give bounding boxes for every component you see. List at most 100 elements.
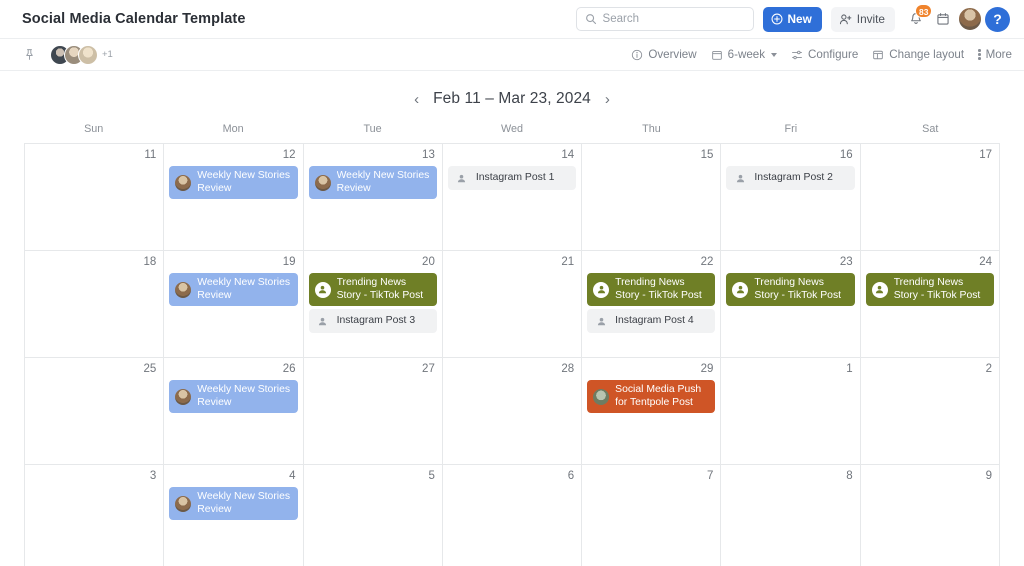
overview-label: Overview [648, 48, 697, 61]
calendar-day-cell[interactable]: 22 Trending News Story - TikTok Post Insta… [582, 251, 722, 358]
avatar-icon [175, 495, 192, 512]
sliders-icon [792, 50, 802, 59]
calendar-day-cell[interactable]: 2 [860, 358, 1000, 465]
calendar-event[interactable]: Trending News Story - TikTok Post [726, 273, 855, 306]
calendar-day-cell[interactable]: 16 Instagram Post 2 [721, 144, 861, 251]
day-events: Trending News Story - TikTok Post [865, 273, 994, 306]
calendar-day-cell[interactable]: 29 Social Media Push for Tentpole Post [582, 358, 722, 465]
notifications-button[interactable]: 83 [904, 4, 933, 31]
pin-button[interactable] [18, 44, 40, 66]
calendar-event[interactable]: Instagram Post 1 [447, 166, 577, 190]
day-number: 6 [567, 470, 575, 482]
help-button[interactable]: ? [985, 6, 1010, 32]
weekday-header-fri: Fri [784, 123, 798, 135]
day-number: 7 [707, 470, 714, 482]
calendar-event[interactable]: Weekly New Stories Review [169, 273, 298, 306]
calendar-event-title: Instagram Post 3 [336, 314, 416, 326]
calendar-day-cell[interactable]: 12 Weekly New Stories Review [164, 144, 304, 251]
avatar-icon [314, 174, 331, 191]
view-controls: Overview 6-week Configure Change layout … [631, 48, 1012, 61]
person-icon [454, 170, 470, 186]
calendar-event[interactable]: Weekly New Stories Review [169, 166, 298, 199]
calendar-event-title: Trending News Story - TikTok Post [754, 277, 842, 301]
calendar-event[interactable]: Instagram Post 2 [726, 166, 855, 190]
calendar-day-cell[interactable]: 15 [582, 144, 722, 251]
day-events: Instagram Post 2 [726, 166, 855, 190]
calendar-day-cell[interactable]: 17 [860, 144, 1000, 251]
calendar-day-cell[interactable]: 25 [25, 358, 165, 465]
calendar-day-cell[interactable]: 4 Weekly New Stories Review [164, 465, 304, 566]
search-placeholder: Search [602, 13, 639, 25]
search-input[interactable]: Search [575, 7, 754, 31]
weekday-header-sat: Sat [922, 123, 939, 135]
day-number: 1 [846, 363, 853, 375]
calendar-event[interactable]: Weekly New Stories Review [169, 487, 298, 520]
calendar-day-cell[interactable]: 21 [442, 251, 583, 358]
calendar-event[interactable]: Instagram Post 3 [308, 309, 437, 333]
calendar-day-cell[interactable]: 7 [582, 465, 722, 566]
calendar-icon [711, 50, 722, 60]
calendar-event[interactable]: Trending News Story - TikTok Post [865, 273, 994, 306]
calendar-event[interactable]: Trending News Story - TikTok Post [587, 273, 716, 306]
calendar-event-title: Trending News Story - TikTok Post [893, 277, 981, 301]
day-number: 15 [700, 149, 714, 161]
day-number: 21 [561, 256, 575, 268]
day-events: Trending News Story - TikTok Post Instagr… [587, 273, 716, 333]
change-layout-label: Change layout [889, 48, 965, 61]
day-events: Weekly New Stories Review [169, 380, 298, 413]
calendar-day-cell[interactable]: 26 Weekly New Stories Review [164, 358, 304, 465]
avatar-icon [175, 174, 192, 191]
day-number: 3 [149, 470, 157, 482]
day-number: 5 [428, 470, 435, 482]
more-label: More [985, 48, 1012, 61]
day-events: Trending News Story - TikTok Post [726, 273, 855, 306]
view-period-selector[interactable]: 6-week [711, 48, 778, 61]
calendar-day-cell[interactable]: 20 Trending News Story - TikTok Post Insta… [303, 251, 443, 358]
calendar-day-cell[interactable]: 18 [25, 251, 165, 358]
collaborator-avatars[interactable]: +1 [50, 44, 113, 65]
calendar-button[interactable] [931, 7, 955, 31]
invite-button[interactable]: Invite [830, 6, 895, 32]
new-button-label: New [787, 12, 812, 26]
calendar-event[interactable]: Instagram Post 4 [587, 309, 716, 333]
prev-period-button[interactable]: ‹ [412, 92, 421, 107]
calendar-day-cell[interactable]: 3 [25, 465, 165, 566]
calendar-day-cell[interactable]: 1 [721, 358, 861, 465]
calendar-day-cell[interactable]: 19 Weekly New Stories Review [164, 251, 304, 358]
calendar-day-cell[interactable]: 28 [442, 358, 583, 465]
change-layout-button[interactable]: Change layout [872, 48, 964, 61]
calendar-grid: 11 12 Weekly New Stories Review 13 Weekly Ne… [24, 143, 1000, 566]
calendar-day-cell[interactable]: 9 [861, 465, 1000, 566]
person-icon [732, 281, 749, 298]
calendar-event[interactable]: Trending News Story - TikTok Post [308, 273, 437, 306]
calendar-day-cell[interactable]: 13 Weekly New Stories Review [303, 144, 443, 251]
day-events: Trending News Story - TikTok Post Instagr… [308, 273, 437, 333]
day-events: Instagram Post 1 [447, 166, 577, 190]
user-avatar[interactable] [958, 7, 982, 31]
weekday-header-sun: Sun [84, 123, 104, 135]
configure-button[interactable]: Configure [791, 48, 858, 61]
day-number: 22 [700, 256, 714, 268]
calendar-day-cell[interactable]: 27 [303, 358, 443, 465]
new-button[interactable]: New [762, 6, 822, 32]
calendar-day-cell[interactable]: 8 [721, 465, 861, 566]
calendar-day-cell[interactable]: 23 Trending News Story - TikTok Post [721, 251, 861, 358]
calendar-day-cell[interactable]: 11 [25, 144, 165, 251]
calendar-day-cell[interactable]: 5 [304, 465, 443, 566]
top-header-bar: Social Media Calendar Template Search Ne… [0, 0, 1024, 39]
notification-badge: 83 [915, 4, 933, 18]
next-period-button[interactable]: › [603, 92, 612, 107]
calendar-day-cell[interactable]: 6 [443, 465, 583, 566]
calendar-event-title: Weekly New Stories Review [197, 384, 291, 408]
calendar-week-row: 18 19 Weekly New Stories Review 20 Trending … [25, 251, 1000, 358]
calendar-day-cell[interactable]: 14 Instagram Post 1 [442, 144, 583, 251]
calendar-event[interactable]: Weekly New Stories Review [308, 166, 437, 199]
calendar-week-row: 3 4 Weekly New Stories Review 5 6 7 8 9 [25, 465, 1000, 566]
calendar-icon [937, 13, 949, 25]
more-button[interactable]: More [978, 48, 1012, 61]
calendar-event[interactable]: Social Media Push for Tentpole Post [587, 380, 716, 413]
overview-button[interactable]: Overview [631, 48, 697, 61]
calendar-day-cell[interactable]: 24 Trending News Story - TikTok Post [860, 251, 1000, 358]
date-navigation: ‹ Feb 11 – Mar 23, 2024 › [0, 81, 1024, 117]
calendar-event[interactable]: Weekly New Stories Review [169, 380, 298, 413]
